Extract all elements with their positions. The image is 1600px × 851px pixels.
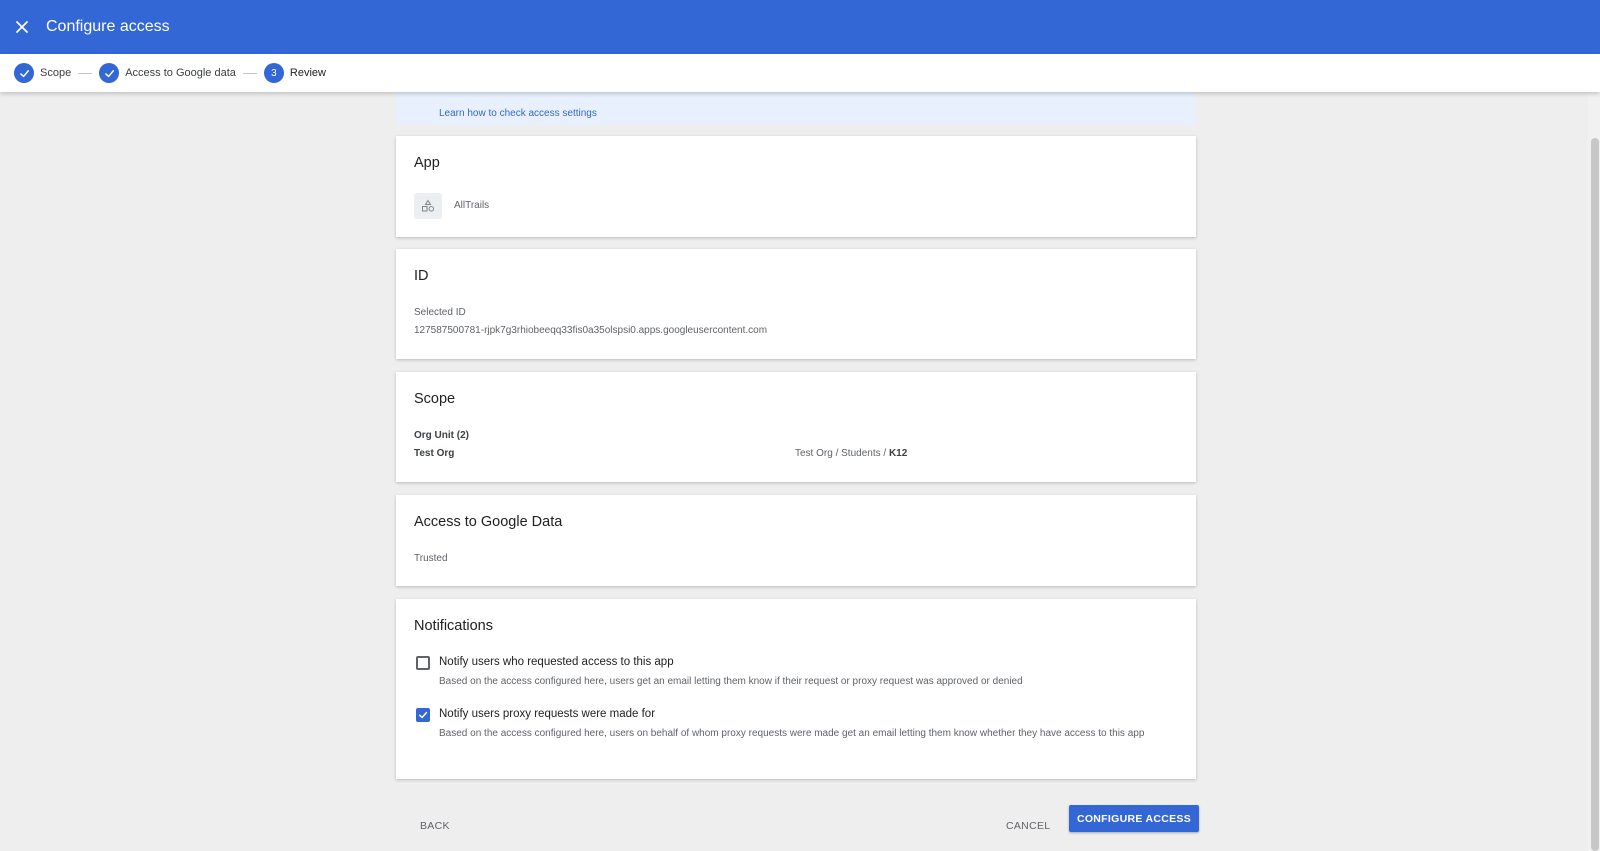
step-review[interactable]: 3 Review [263,63,326,83]
app-card: App AllTrails [396,136,1196,237]
app-name: AllTrails [454,200,490,211]
notify-requesters-label: Notify users who requested access to thi… [439,656,674,668]
scrollbar-thumb[interactable] [1591,138,1599,851]
cancel-button[interactable]: CANCEL [1006,820,1050,832]
app-header: Configure access [0,0,1600,54]
notify-proxy-description: Based on the access configured here, use… [439,728,1145,739]
step-complete-badge [14,63,34,83]
card-title: App [414,155,440,171]
step-label: Review [289,67,326,79]
card-title: Notifications [414,618,493,634]
step-label: Access to Google data [125,67,236,79]
access-to-google-data-card: Access to Google Data Trusted [396,495,1196,586]
notify-requesters-checkbox[interactable] [416,656,430,670]
checkbox-check-icon [418,711,428,719]
step-access-to-google-data[interactable]: Access to Google data [99,63,236,83]
selected-id-label: Selected ID [414,307,466,318]
card-title: Access to Google Data [414,514,563,530]
stepper: Scope Access to Google data 3 Review [0,54,1600,92]
page-title: Configure access [46,18,170,35]
scope-card: Scope Org Unit (2) Test Org Test Org / S… [396,372,1196,482]
notify-proxy-checkbox[interactable] [416,708,430,722]
org-unit-name: Test Org [414,448,455,459]
notify-requesters-description: Based on the access configured here, use… [439,676,1023,687]
configure-access-button[interactable]: CONFIGURE ACCESS [1069,805,1199,832]
org-unit-path-prefix: Test Org / Students / [795,448,889,459]
back-button[interactable]: BACK [420,820,450,832]
step-complete-badge [99,63,120,83]
close-icon [16,21,28,33]
check-icon [104,69,114,77]
info-banner: Learn how to check access settings [396,92,1196,125]
selected-id-value: 127587500781-rjpk7g3rhiobeeqq33fis0a35ol… [414,325,768,336]
card-title: ID [414,268,429,284]
app-placeholder-icon [414,193,442,219]
access-level-value: Trusted [414,553,448,564]
step-number-badge: 3 [263,63,284,83]
learn-access-settings-link[interactable]: Learn how to check access settings [439,108,597,119]
notify-proxy-label: Notify users proxy requests were made fo… [439,708,656,720]
id-card: ID Selected ID 127587500781-rjpk7g3rhiob… [396,249,1196,359]
step-connector [242,72,257,74]
step-label: Scope [40,67,72,79]
card-title: Scope [414,391,456,407]
org-unit-path-last: K12 [888,448,908,459]
review-content: Learn how to check access settings App A… [0,92,1600,851]
step-scope[interactable]: Scope [14,63,71,83]
notifications-card: Notifications Notify users who requested… [396,599,1196,779]
check-icon [19,69,29,77]
close-button[interactable] [11,16,33,38]
org-unit-count-label: Org Unit (2) [414,430,469,441]
step-connector [78,72,93,74]
org-unit-path: Test Org / Students / K12 [795,448,907,459]
